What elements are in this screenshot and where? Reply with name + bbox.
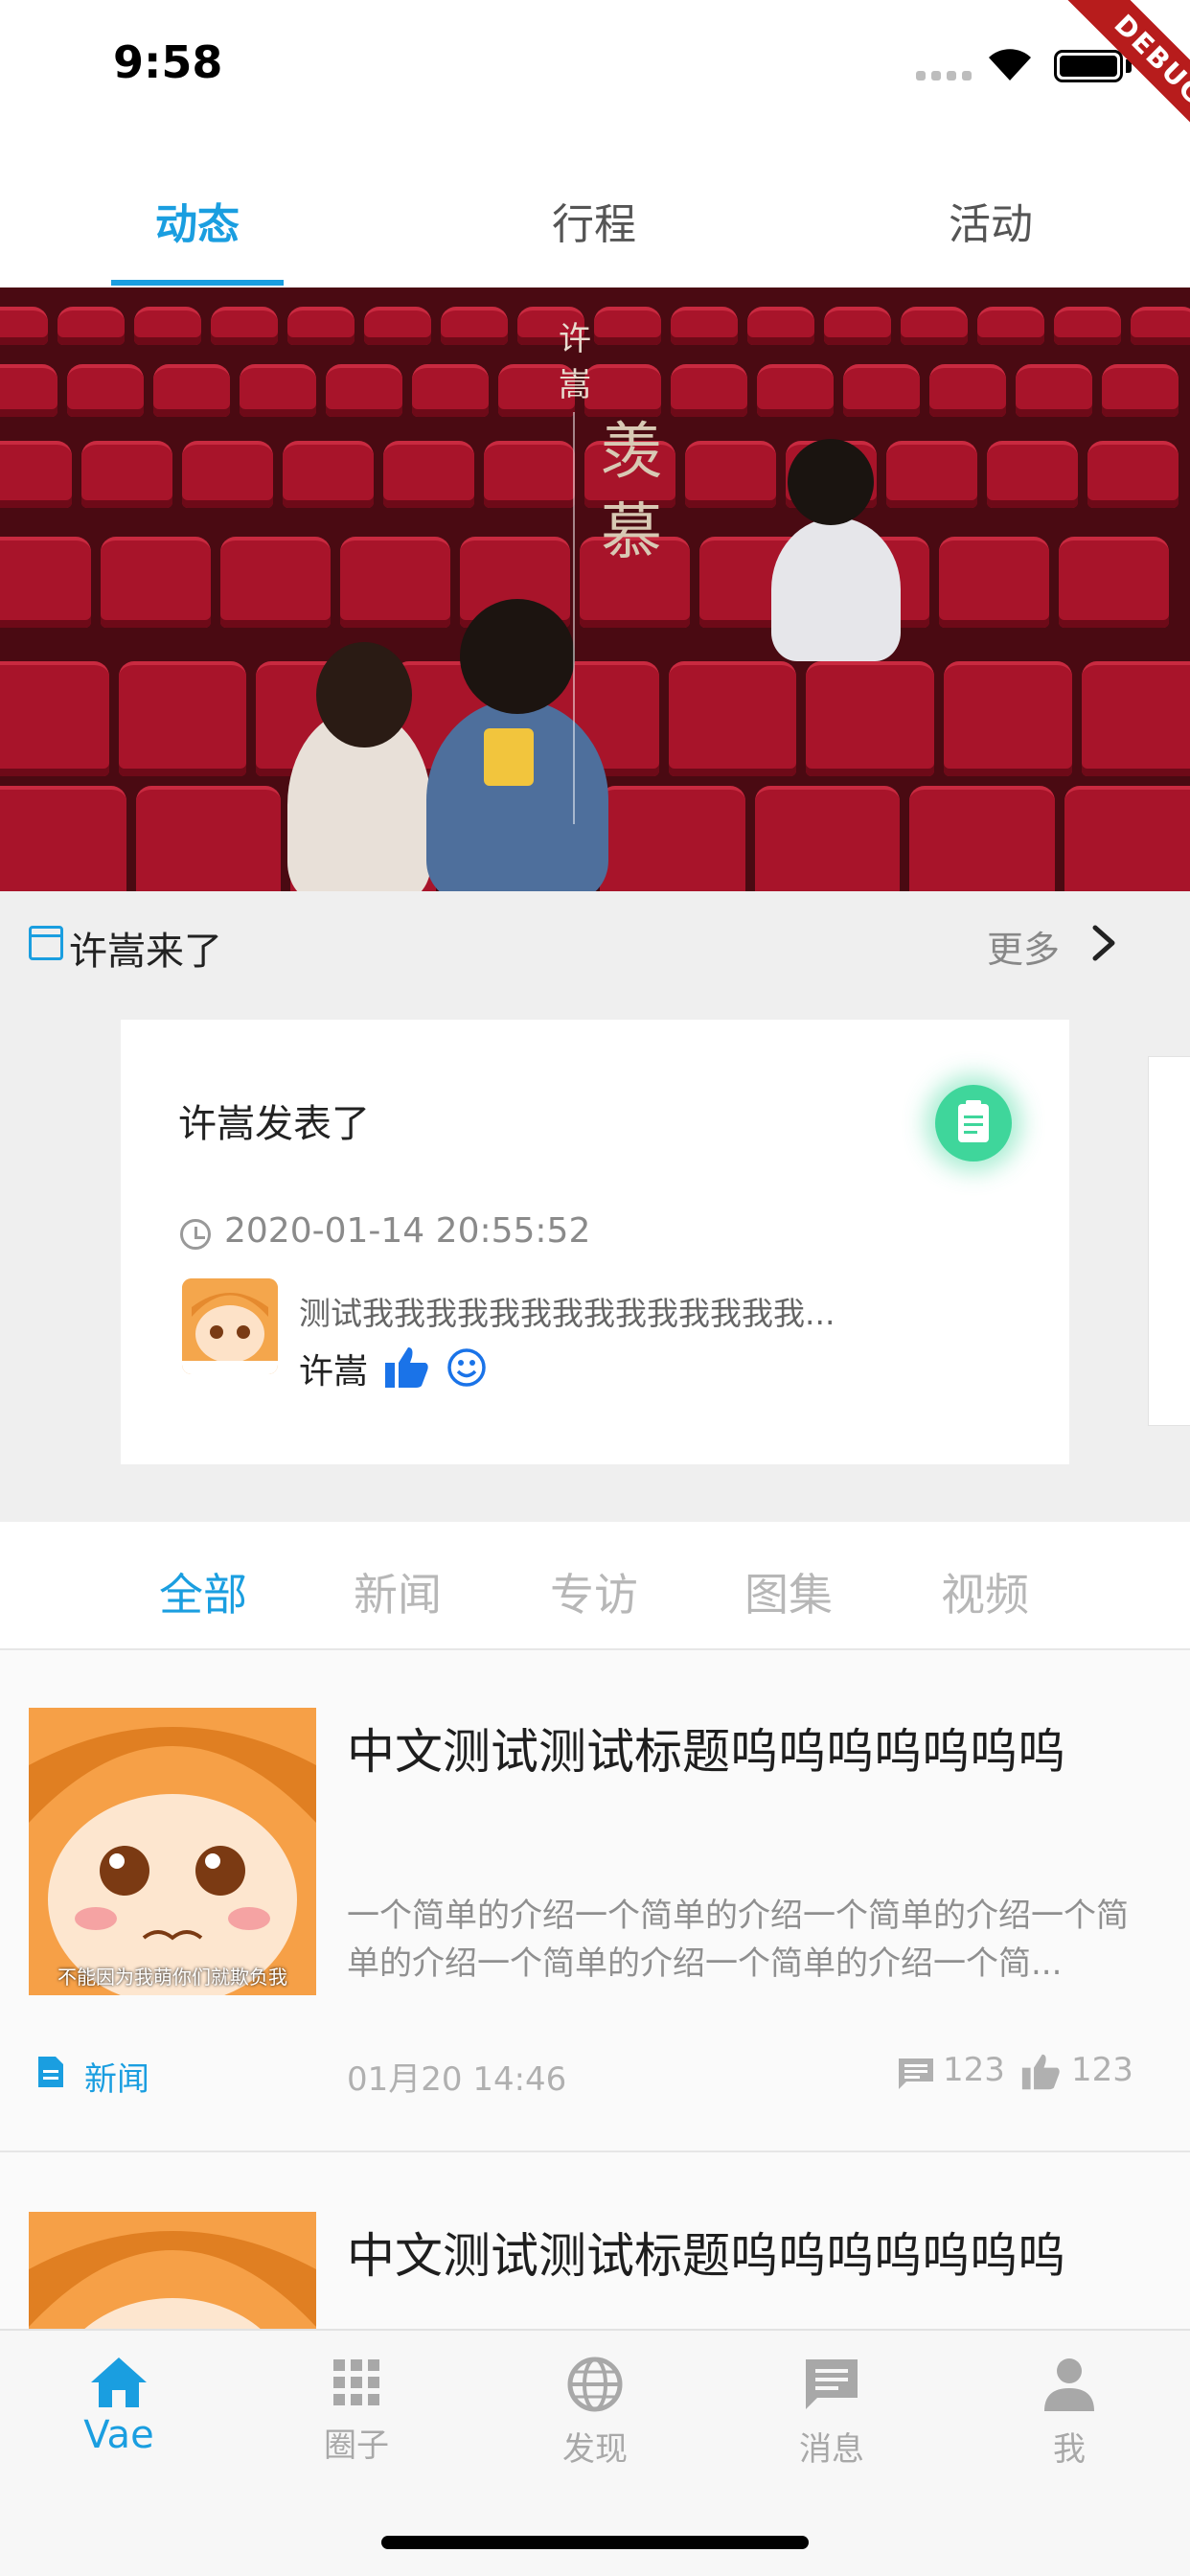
news-comment-count: 123 (943, 2051, 1005, 2089)
category-tab-bar: 全部 新闻 专访 图集 视频 (0, 1522, 1190, 1650)
nav-item-vae[interactable]: Vae (42, 2356, 195, 2457)
tab-dynamics[interactable]: 动态 (102, 190, 293, 251)
section-title: 许嵩来了 (69, 930, 222, 974)
comment-icon[interactable] (897, 2057, 935, 2091)
home-icon (91, 2358, 147, 2407)
clock-icon (180, 1219, 211, 1250)
document-icon (38, 2057, 63, 2087)
card-title: 许嵩发表了 (178, 1102, 370, 1146)
message-icon (806, 2359, 858, 2409)
banner-person-back (771, 518, 901, 661)
card-carousel: 许嵩发表了 2020-01-14 20:55:52 测试我我我我我我我我我我我我 (0, 997, 1190, 1522)
news-date: 01月20 14:46 (347, 2060, 567, 2099)
battery-icon (1054, 50, 1123, 82)
clipboard-icon (958, 1100, 989, 1142)
section-header: 许嵩来了 更多 (0, 891, 1190, 997)
avatar[interactable] (182, 1278, 278, 1374)
news-thumbnail-image (29, 1708, 316, 1995)
banner-artist-text: 许嵩 (559, 320, 591, 404)
status-bar: 9:58 DEBUG (0, 0, 1190, 178)
banner-song-text: 羡慕 (601, 417, 662, 568)
nav-label: 我 (1053, 2430, 1086, 2469)
thumbs-up-icon[interactable] (383, 1346, 429, 1390)
thumbnail-caption: 不能因为我萌你们就欺负我 (57, 1966, 287, 1989)
tab-schedule[interactable]: 行程 (498, 190, 690, 251)
globe-icon (567, 2357, 623, 2412)
calendar-icon (29, 926, 63, 960)
chevron-right-icon[interactable] (1087, 924, 1120, 962)
more-link[interactable]: 更多 (987, 920, 1060, 973)
tab-indicator (111, 280, 284, 286)
person-icon (1044, 2358, 1094, 2411)
card-text: 测试我我我我我我我我我我我我我我... (299, 1295, 835, 1332)
card-username[interactable]: 许嵩 (299, 1344, 368, 1393)
next-card-peek[interactable] (1148, 1056, 1190, 1426)
home-indicator (381, 2536, 809, 2549)
banner-person-boy-hair (460, 599, 575, 714)
nav-item-circle[interactable]: 圈子 (280, 2356, 433, 2466)
nav-label: Vae (83, 2413, 154, 2457)
nav-label: 圈子 (324, 2426, 389, 2465)
banner-divider (573, 412, 575, 824)
cellular-signal-icon (916, 71, 972, 80)
news-title[interactable]: 中文测试测试标题呜呜呜呜呜呜呜 (347, 1714, 1065, 1782)
top-tab-bar: 动态 行程 活动 (0, 134, 1190, 288)
popcorn-bucket (484, 728, 534, 786)
news-description: 一个简单的介绍一个简单的介绍一个简单的介绍一个简单的介绍一个简单的介绍一个简单的… (347, 1897, 1129, 1983)
card-time: 2020-01-14 20:55:52 (224, 1211, 591, 1251)
tab-events[interactable]: 活动 (895, 190, 1087, 251)
news-thumbnail-image (29, 2212, 316, 2329)
news-thumbnail (29, 2212, 316, 2329)
news-like-count: 123 (1071, 2051, 1133, 2089)
list-item[interactable]: 不能因为我萌你们就欺负我 中文测试测试标题呜呜呜呜呜呜呜 一个简单的介绍一个简单… (0, 1650, 1190, 2152)
category-tab-all[interactable]: 全部 (136, 1560, 270, 1623)
category-tab-interview[interactable]: 专访 (527, 1560, 661, 1623)
smile-icon[interactable] (446, 1347, 487, 1388)
nav-label: 消息 (799, 2430, 864, 2469)
wifi-icon (989, 49, 1031, 80)
status-time: 9:58 (113, 36, 223, 88)
nav-label: 发现 (562, 2430, 628, 2469)
avatar-image (182, 1278, 278, 1374)
grid-icon (333, 2359, 379, 2405)
post-card[interactable]: 许嵩发表了 2020-01-14 20:55:52 测试我我我我我我我我我我我我 (121, 1020, 1069, 1464)
banner-person-girl-hair (316, 642, 412, 748)
banner-person-back-hair (788, 439, 874, 525)
news-thumbnail: 不能因为我萌你们就欺负我 (29, 1708, 316, 1995)
category-tab-news[interactable]: 新闻 (331, 1560, 465, 1623)
news-title[interactable]: 中文测试测试标题呜呜呜呜呜呜呜 (347, 2218, 1065, 2287)
category-tab-gallery[interactable]: 图集 (721, 1560, 856, 1623)
category-tab-video[interactable]: 视频 (918, 1560, 1052, 1623)
banner-image[interactable]: 许嵩 羡慕 (0, 288, 1190, 891)
clipboard-badge[interactable] (935, 1085, 1012, 1162)
nav-item-discover[interactable]: 发现 (518, 2356, 672, 2470)
nav-item-messages[interactable]: 消息 (755, 2356, 908, 2470)
list-item[interactable]: 中文测试测试标题呜呜呜呜呜呜呜 (0, 2154, 1190, 2329)
nav-item-me[interactable]: 我 (993, 2356, 1146, 2470)
thumbs-up-icon[interactable] (1019, 2053, 1062, 2091)
news-list: 不能因为我萌你们就欺负我 中文测试测试标题呜呜呜呜呜呜呜 一个简单的介绍一个简单… (0, 1650, 1190, 2329)
news-category: 新闻 (84, 2060, 149, 2099)
